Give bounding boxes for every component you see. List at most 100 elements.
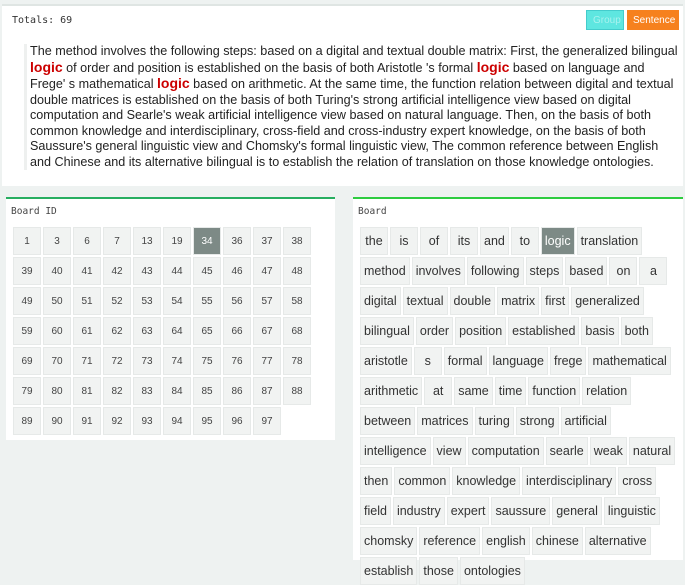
word-chip[interactable]: mathematical <box>588 347 671 375</box>
board-id-cell[interactable]: 64 <box>163 317 191 345</box>
board-id-cell[interactable]: 34 <box>193 227 221 255</box>
word-chip[interactable]: computation <box>467 437 544 465</box>
board-id-cell[interactable]: 95 <box>193 407 221 435</box>
board-id-cell[interactable]: 86 <box>223 377 251 405</box>
board-id-cell[interactable]: 69 <box>13 347 41 375</box>
board-id-cell[interactable]: 87 <box>253 377 281 405</box>
word-chip[interactable]: a <box>639 257 668 285</box>
word-chip[interactable]: generalized <box>571 287 644 315</box>
board-id-cell[interactable]: 94 <box>163 407 191 435</box>
board-id-cell[interactable]: 92 <box>103 407 131 435</box>
board-id-cell[interactable]: 43 <box>133 257 161 285</box>
board-id-cell[interactable]: 38 <box>283 227 311 255</box>
word-chip[interactable]: alternative <box>584 527 651 555</box>
word-chip[interactable]: ontologies <box>459 557 525 585</box>
word-chip[interactable]: between <box>360 407 416 435</box>
word-chip[interactable]: relation <box>582 377 632 405</box>
word-chip[interactable]: following <box>466 257 524 285</box>
word-chip[interactable]: cross <box>618 467 657 495</box>
word-chip[interactable]: logic <box>540 227 575 255</box>
board-id-cell[interactable]: 40 <box>43 257 71 285</box>
board-id-cell[interactable]: 66 <box>223 317 251 345</box>
board-id-cell[interactable]: 37 <box>253 227 281 255</box>
board-id-cell[interactable]: 63 <box>133 317 161 345</box>
word-chip[interactable]: its <box>450 227 478 255</box>
board-id-cell[interactable]: 82 <box>103 377 131 405</box>
board-id-cell[interactable]: 48 <box>283 257 311 285</box>
word-chip[interactable]: function <box>528 377 581 405</box>
word-chip[interactable]: steps <box>525 257 564 285</box>
board-id-cell[interactable]: 88 <box>283 377 311 405</box>
board-id-cell[interactable]: 83 <box>133 377 161 405</box>
board-id-cell[interactable]: 68 <box>283 317 311 345</box>
board-id-cell[interactable]: 80 <box>43 377 71 405</box>
word-chip[interactable]: the <box>360 227 388 255</box>
board-id-cell[interactable]: 36 <box>223 227 251 255</box>
word-chip[interactable]: order <box>415 317 454 345</box>
word-chip[interactable]: matrices <box>417 407 473 435</box>
board-id-cell[interactable]: 6 <box>73 227 101 255</box>
word-chip[interactable]: expert <box>446 497 490 525</box>
board-id-cell[interactable]: 90 <box>43 407 71 435</box>
word-chip[interactable]: chinese <box>531 527 583 555</box>
board-id-cell[interactable]: 62 <box>103 317 131 345</box>
board-id-cell[interactable]: 78 <box>283 347 311 375</box>
sentence-button[interactable]: Sentence <box>627 10 679 30</box>
board-id-cell[interactable]: 75 <box>193 347 221 375</box>
board-id-cell[interactable]: 54 <box>163 287 191 315</box>
word-chip[interactable]: of <box>420 227 448 255</box>
board-id-cell[interactable]: 3 <box>43 227 71 255</box>
word-chip[interactable]: at <box>424 377 453 405</box>
board-id-cell[interactable]: 47 <box>253 257 281 285</box>
board-id-cell[interactable]: 52 <box>103 287 131 315</box>
word-chip[interactable]: weak <box>589 437 627 465</box>
word-chip[interactable]: turing <box>474 407 514 435</box>
board-id-cell[interactable]: 79 <box>13 377 41 405</box>
word-chip[interactable]: double <box>449 287 496 315</box>
word-chip[interactable]: on <box>609 257 638 285</box>
board-id-cell[interactable]: 58 <box>283 287 311 315</box>
board-id-cell[interactable]: 19 <box>163 227 191 255</box>
board-id-cell[interactable]: 41 <box>73 257 101 285</box>
word-chip[interactable]: industry <box>392 497 445 525</box>
word-chip[interactable]: those <box>419 557 458 585</box>
word-chip[interactable]: english <box>482 527 530 555</box>
word-chip[interactable]: established <box>508 317 580 345</box>
word-chip[interactable]: knowledge <box>452 467 521 495</box>
board-id-cell[interactable]: 76 <box>223 347 251 375</box>
word-chip[interactable]: method <box>360 257 410 285</box>
word-chip[interactable]: establish <box>360 557 418 585</box>
board-id-cell[interactable]: 74 <box>163 347 191 375</box>
word-chip[interactable]: view <box>432 437 466 465</box>
group-button[interactable]: Group <box>586 10 624 30</box>
board-id-cell[interactable]: 56 <box>223 287 251 315</box>
word-chip[interactable]: s <box>413 347 442 375</box>
word-chip[interactable]: reference <box>419 527 481 555</box>
board-id-cell[interactable]: 61 <box>73 317 101 345</box>
board-id-cell[interactable]: 53 <box>133 287 161 315</box>
board-id-cell[interactable]: 67 <box>253 317 281 345</box>
word-chip[interactable]: searle <box>545 437 588 465</box>
board-id-cell[interactable]: 42 <box>103 257 131 285</box>
board-id-cell[interactable]: 85 <box>193 377 221 405</box>
word-chip[interactable]: interdisciplinary <box>522 467 617 495</box>
board-id-cell[interactable]: 81 <box>73 377 101 405</box>
word-chip[interactable]: to <box>510 227 539 255</box>
board-id-cell[interactable]: 72 <box>103 347 131 375</box>
word-chip[interactable]: strong <box>515 407 559 435</box>
board-id-cell[interactable]: 89 <box>13 407 41 435</box>
word-chip[interactable]: natural <box>628 437 676 465</box>
board-id-cell[interactable]: 97 <box>253 407 281 435</box>
word-chip[interactable]: bilingual <box>360 317 414 345</box>
word-chip[interactable]: intelligence <box>360 437 431 465</box>
board-id-cell[interactable]: 39 <box>13 257 41 285</box>
word-chip[interactable]: aristotle <box>360 347 412 375</box>
board-id-cell[interactable]: 46 <box>223 257 251 285</box>
word-chip[interactable]: first <box>541 287 570 315</box>
word-chip[interactable]: then <box>360 467 393 495</box>
board-id-cell[interactable]: 7 <box>103 227 131 255</box>
word-chip[interactable]: formal <box>443 347 487 375</box>
word-chip[interactable]: general <box>552 497 602 525</box>
board-id-cell[interactable]: 45 <box>193 257 221 285</box>
word-chip[interactable]: common <box>394 467 451 495</box>
